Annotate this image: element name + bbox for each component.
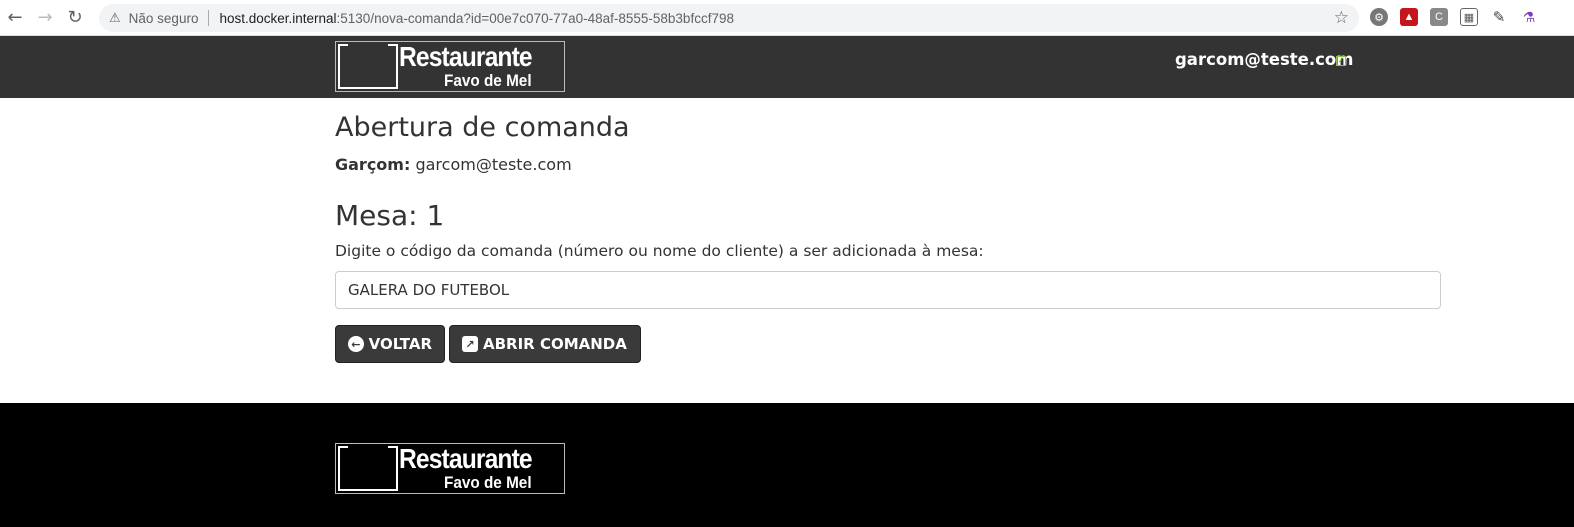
extensions-bar: ⚙ ▲ C ▦ ✎ ⚗ (1370, 8, 1538, 26)
logo-frame (338, 445, 398, 491)
waiter-label: Garçom: (335, 155, 411, 174)
settings-extension-icon[interactable]: ⚙ (1370, 8, 1388, 26)
forward-arrow-icon[interactable]: → (30, 3, 60, 33)
warning-icon: ⚠ (109, 10, 121, 25)
arrow-left-circle-icon: ← (348, 336, 364, 352)
open-order-button-label: ABRIR COMANDA (483, 335, 627, 353)
site-footer: Restaurante Favo de Mel (0, 403, 1574, 527)
url-path: :5130/nova-comanda?id=00e7c070-77a0-48af… (336, 10, 734, 26)
order-code-input[interactable] (335, 271, 1441, 309)
security-label: Não seguro (128, 10, 199, 26)
grid-extension-icon[interactable]: ▦ (1460, 8, 1478, 26)
pdf-extension-icon[interactable]: ▲ (1400, 8, 1418, 26)
user-email[interactable]: garcom@teste.com (1175, 50, 1353, 69)
logo-subtitle: Favo de Mel (444, 473, 532, 492)
main-content: Abertura de comanda Garçom: garcom@teste… (0, 98, 1574, 403)
bookmark-star-icon[interactable]: ☆ (1334, 8, 1349, 28)
pencil-extension-icon[interactable]: ✎ (1490, 8, 1508, 26)
table-title: Mesa: 1 (335, 199, 445, 232)
back-button[interactable]: ← VOLTAR (335, 325, 445, 363)
waiter-line: Garçom: garcom@teste.com (335, 155, 572, 174)
c-extension-icon[interactable]: C (1430, 8, 1448, 26)
site-header: Restaurante Favo de Mel garcom@teste.com… (0, 36, 1574, 98)
header-logo[interactable]: Restaurante Favo de Mel (335, 41, 565, 92)
logo-frame (338, 43, 398, 89)
logo-subtitle: Favo de Mel (444, 71, 532, 90)
check-icon: ✓ (1336, 56, 1346, 66)
instructions-label: Digite o código da comanda (número ou no… (335, 242, 984, 260)
footer-logo: Restaurante Favo de Mel (335, 443, 565, 494)
page-title: Abertura de comanda (335, 112, 630, 143)
back-button-label: VOLTAR (368, 335, 432, 353)
reload-icon[interactable]: ↻ (60, 3, 90, 33)
address-bar[interactable]: ⚠ Não seguro host.docker.internal:5130/n… (99, 4, 1359, 32)
logo-name: Restaurante (399, 443, 533, 474)
logo-name: Restaurante (399, 41, 533, 72)
divider (208, 10, 210, 26)
open-order-button[interactable]: ↗ ABRIR COMANDA (449, 325, 641, 363)
back-arrow-icon[interactable]: ← (0, 3, 30, 33)
flask-extension-icon[interactable]: ⚗ (1520, 8, 1538, 26)
waiter-value: garcom@teste.com (415, 155, 572, 174)
share-square-icon: ↗ (462, 336, 478, 352)
url-host: host.docker.internal (219, 10, 337, 26)
browser-toolbar: ← → ↻ ⚠ Não seguro host.docker.internal:… (0, 0, 1574, 36)
